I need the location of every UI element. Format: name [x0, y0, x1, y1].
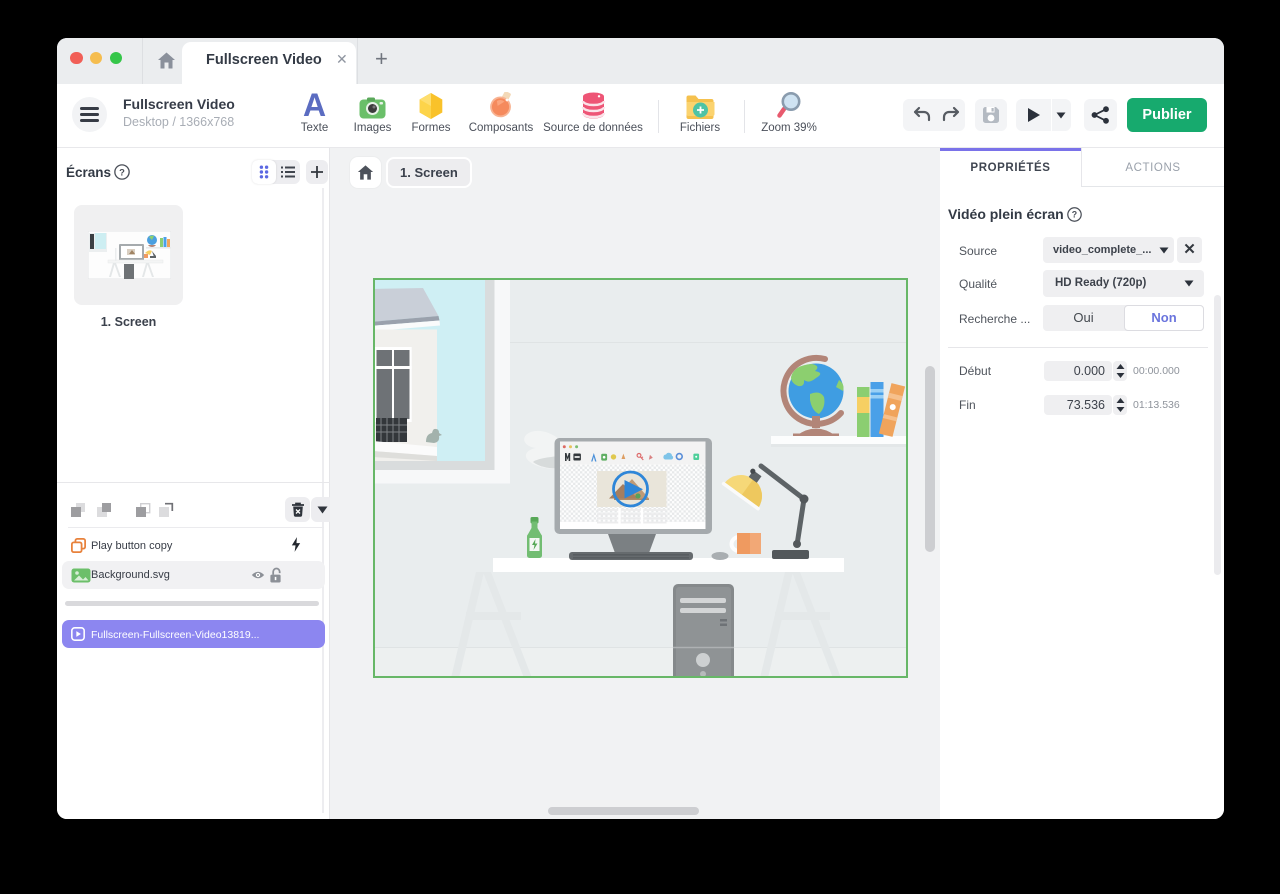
svg-text:?: ? [119, 166, 125, 177]
svg-text:?: ? [1072, 210, 1077, 220]
